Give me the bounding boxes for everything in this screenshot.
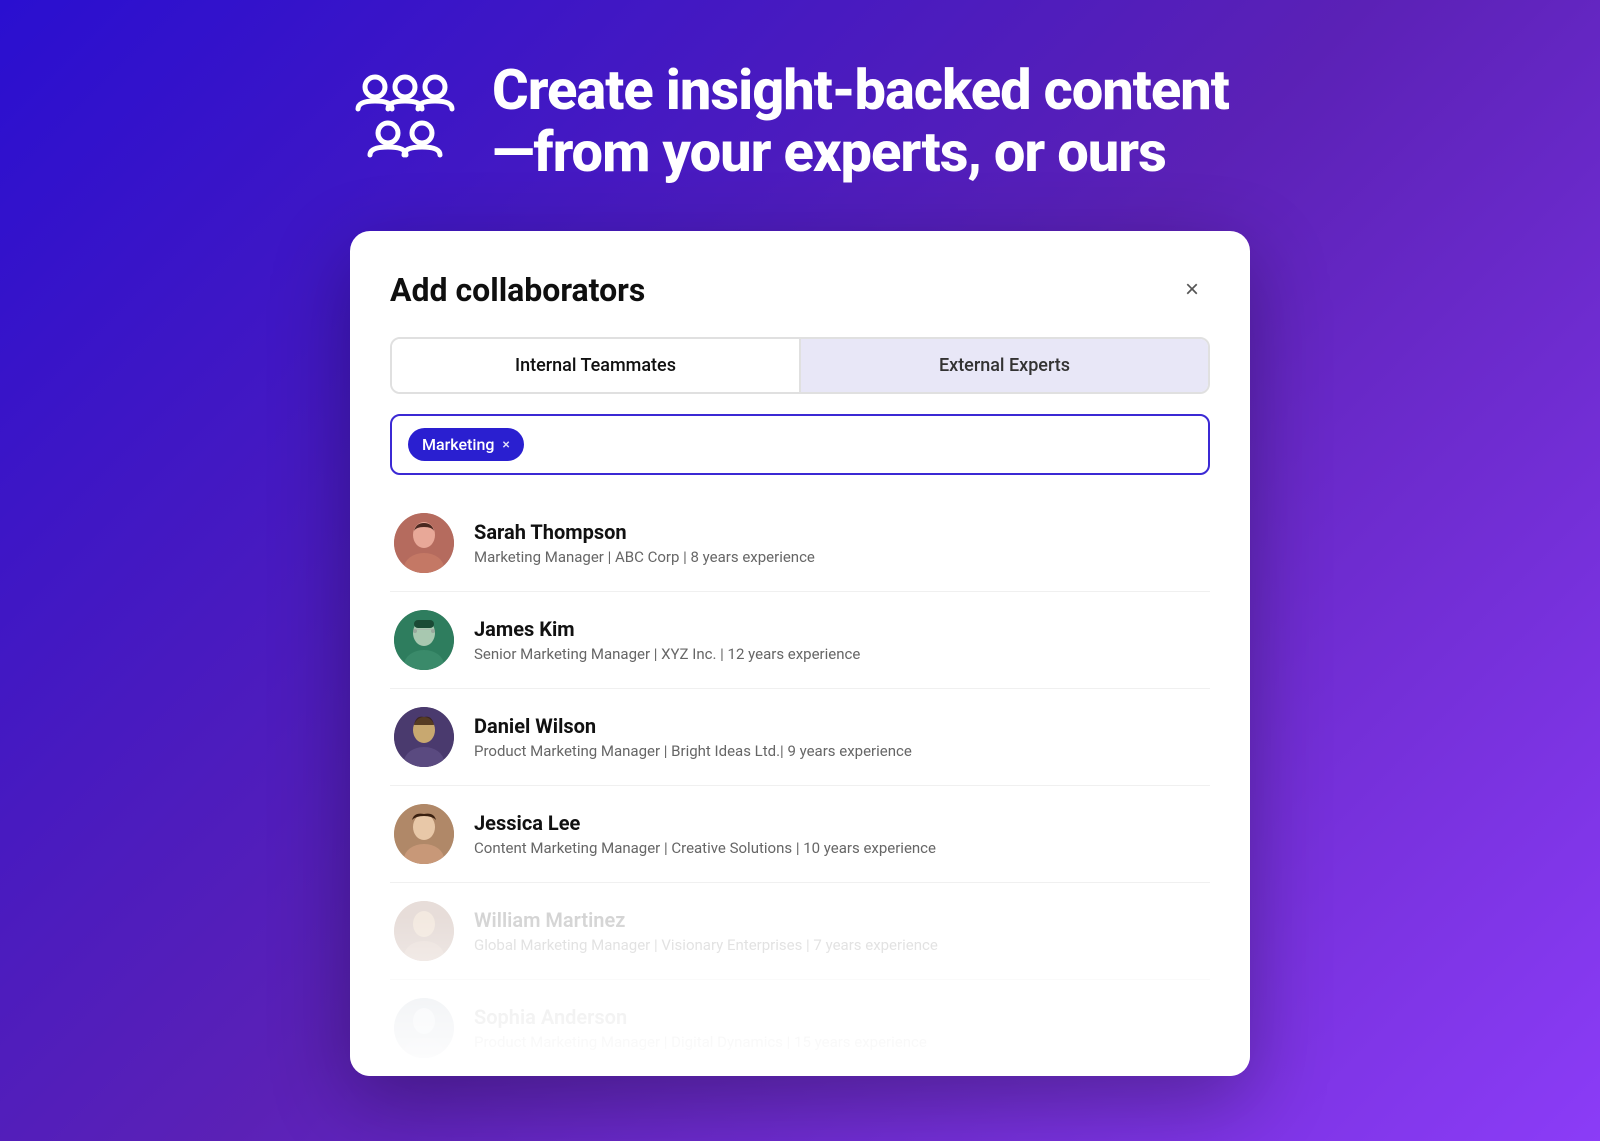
dialog-title: Add collaborators [390, 271, 645, 309]
person-detail: Content Marketing Manager | Creative Sol… [474, 839, 936, 857]
person-name: James Kim [474, 617, 860, 641]
people-list: Sarah Thompson Marketing Manager | ABC C… [390, 495, 1210, 1076]
person-detail: Senior Marketing Manager | XYZ Inc. | 12… [474, 645, 860, 663]
close-button[interactable]: × [1174, 272, 1210, 308]
tab-bar: Internal Teammates External Experts [390, 337, 1210, 394]
person-detail: Global Marketing Manager | Visionary Ent… [474, 936, 938, 954]
search-tag-close-icon[interactable]: × [502, 437, 509, 453]
person-name: Sarah Thompson [474, 520, 815, 544]
person-name: Sophia Anderson [474, 1005, 927, 1029]
person-info-sophia-anderson: Sophia Anderson Product Marketing Manage… [474, 1005, 927, 1051]
person-name: Jessica Lee [474, 811, 936, 835]
person-detail: Product Marketing Manager | Digital Dyna… [474, 1033, 927, 1051]
dialog-header: Add collaborators × [390, 271, 1210, 309]
person-item-sarah-thompson[interactable]: Sarah Thompson Marketing Manager | ABC C… [390, 495, 1210, 592]
person-item-james-kim[interactable]: James Kim Senior Marketing Manager | XYZ… [390, 592, 1210, 689]
search-box[interactable]: Marketing × [390, 414, 1210, 475]
person-item-jessica-lee[interactable]: Jessica Lee Content Marketing Manager | … [390, 786, 1210, 883]
tab-external-experts[interactable]: External Experts [801, 339, 1208, 392]
page-header: Create insight-backed content —from your… [350, 0, 1250, 231]
person-item-daniel-wilson[interactable]: Daniel Wilson Product Marketing Manager … [390, 689, 1210, 786]
team-icon [350, 65, 460, 179]
avatar-jessica-lee [394, 804, 454, 864]
person-info-james-kim: James Kim Senior Marketing Manager | XYZ… [474, 617, 860, 663]
avatar-sophia-anderson [394, 998, 454, 1058]
person-info-sarah-thompson: Sarah Thompson Marketing Manager | ABC C… [474, 520, 815, 566]
avatar-james-kim [394, 610, 454, 670]
avatar-william-martinez [394, 901, 454, 961]
search-tag-marketing: Marketing × [408, 428, 524, 461]
person-info-daniel-wilson: Daniel Wilson Product Marketing Manager … [474, 714, 912, 760]
header-title: Create insight-backed content —from your… [492, 60, 1229, 183]
person-item-sophia-anderson[interactable]: Sophia Anderson Product Marketing Manage… [390, 980, 1210, 1076]
add-collaborators-dialog: Add collaborators × Internal Teammates E… [350, 231, 1250, 1076]
tab-internal-teammates[interactable]: Internal Teammates [392, 339, 801, 392]
search-tag-label: Marketing [422, 435, 494, 454]
person-name: William Martinez [474, 908, 938, 932]
person-detail: Product Marketing Manager | Bright Ideas… [474, 742, 912, 760]
avatar-sarah-thompson [394, 513, 454, 573]
person-info-william-martinez: William Martinez Global Marketing Manage… [474, 908, 938, 954]
person-info-jessica-lee: Jessica Lee Content Marketing Manager | … [474, 811, 936, 857]
avatar-daniel-wilson [394, 707, 454, 767]
person-detail: Marketing Manager | ABC Corp | 8 years e… [474, 548, 815, 566]
person-name: Daniel Wilson [474, 714, 912, 738]
person-item-william-martinez[interactable]: William Martinez Global Marketing Manage… [390, 883, 1210, 980]
